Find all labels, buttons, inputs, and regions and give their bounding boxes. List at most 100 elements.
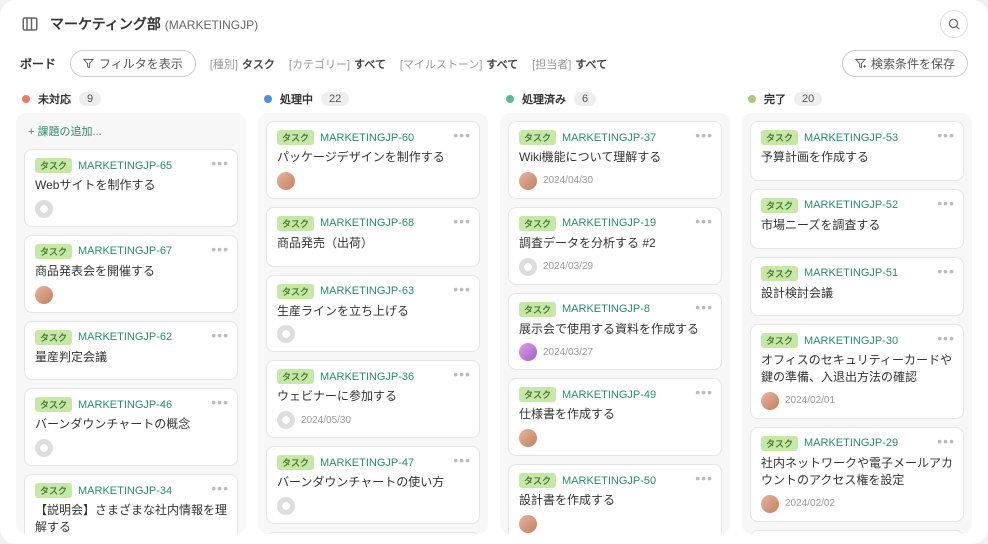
- card-id-link[interactable]: MARKETINGJP-68: [320, 217, 414, 229]
- card-id-link[interactable]: MARKETINGJP-8: [562, 303, 650, 315]
- assignee-avatar[interactable]: [519, 258, 537, 276]
- column-body[interactable]: •••タスクMARKETINGJP-60パッケージデザインを制作する•••タスク…: [258, 113, 488, 534]
- kanban-card[interactable]: •••タスクMARKETINGJP-50設計書を作成する: [508, 464, 722, 534]
- assignee-avatar[interactable]: [519, 343, 537, 361]
- kanban-card[interactable]: •••タスクMARKETINGJP-46バーンダウンチャートの概念: [24, 388, 238, 466]
- kanban-card[interactable]: •••タスクMARKETINGJP-68商品発売（出荷）: [266, 207, 480, 267]
- kanban-card[interactable]: •••タスクMARKETINGJP-49仕様書を作成する: [508, 378, 722, 456]
- card-menu-button[interactable]: •••: [695, 385, 713, 399]
- project-header: マーケティング部 (MARKETINGJP): [0, 0, 988, 46]
- column-body[interactable]: + 課題の追加...•••タスクMARKETINGJP-65Webサイトを制作す…: [16, 113, 246, 534]
- card-header: タスクMARKETINGJP-53: [761, 130, 953, 145]
- add-card-button[interactable]: + 課題の追加...: [24, 121, 238, 141]
- card-menu-button[interactable]: •••: [453, 282, 471, 296]
- card-menu-button[interactable]: •••: [211, 481, 229, 495]
- card-id-link[interactable]: MARKETINGJP-51: [804, 267, 898, 279]
- card-type-tag: タスク: [35, 158, 72, 173]
- kanban-card[interactable]: •••タスクMARKETINGJP-37Wiki機能について理解する2024/0…: [508, 121, 722, 199]
- assignee-avatar[interactable]: [761, 392, 779, 410]
- card-id-link[interactable]: MARKETINGJP-65: [78, 160, 172, 172]
- card-menu-button[interactable]: •••: [937, 196, 955, 210]
- card-id-link[interactable]: MARKETINGJP-47: [320, 457, 414, 469]
- kanban-card[interactable]: •••タスクMARKETINGJP-51設計検討会議: [750, 257, 964, 317]
- card-footer: 2024/03/29: [519, 258, 711, 276]
- card-id-link[interactable]: MARKETINGJP-60: [320, 132, 414, 144]
- card-menu-button[interactable]: •••: [453, 128, 471, 142]
- kanban-card[interactable]: •••タスクMARKETINGJP-53予算計画を作成する: [750, 121, 964, 181]
- card-menu-button[interactable]: •••: [937, 264, 955, 278]
- card-due-date: 2024/02/02: [785, 498, 835, 509]
- kanban-card[interactable]: •••タスクMARKETINGJP-19調査データを分析する #22024/03…: [508, 207, 722, 285]
- card-id-link[interactable]: MARKETINGJP-52: [804, 199, 898, 211]
- card-menu-button[interactable]: •••: [211, 328, 229, 342]
- filter-category[interactable]: [カテゴリー] すべて: [289, 56, 386, 72]
- assignee-avatar[interactable]: [519, 429, 537, 447]
- kanban-card[interactable]: •••タスクMARKETINGJP-67商品発表会を開催する: [24, 235, 238, 313]
- assignee-avatar[interactable]: [277, 497, 295, 515]
- kanban-card[interactable]: •••タスクMARKETINGJP-63生産ラインを立ち上げる: [266, 275, 480, 353]
- card-type-tag: タスク: [35, 330, 72, 345]
- filter-show-button[interactable]: フィルタを表示: [70, 50, 196, 77]
- filter-value: すべて: [575, 56, 607, 72]
- card-id-link[interactable]: MARKETINGJP-30: [804, 335, 898, 347]
- kanban-card[interactable]: •••タスクMARKETINGJP-36ウェビナーに参加する2024/05/30: [266, 360, 480, 438]
- column-title: 未対応: [38, 91, 71, 107]
- card-id-link[interactable]: MARKETINGJP-46: [78, 399, 172, 411]
- kanban-card[interactable]: •••タスクMARKETINGJP-60パッケージデザインを制作する: [266, 121, 480, 199]
- card-id-link[interactable]: MARKETINGJP-62: [78, 331, 172, 343]
- card-id-link[interactable]: MARKETINGJP-29: [804, 437, 898, 449]
- card-id-link[interactable]: MARKETINGJP-63: [320, 285, 414, 297]
- kanban-card[interactable]: •••タスクMARKETINGJP-29社内ネットワークや電子メールアカウントの…: [750, 427, 964, 522]
- kanban-card[interactable]: •••タスクMARKETINGJP-30オフィスのセキュリティーカードや鍵の準備…: [750, 324, 964, 419]
- search-button[interactable]: [940, 10, 968, 38]
- kanban-card[interactable]: •••タスクMARKETINGJP-64マニュアルを作成する: [266, 532, 480, 534]
- card-header: タスクMARKETINGJP-68: [277, 216, 469, 231]
- assignee-avatar[interactable]: [761, 495, 779, 513]
- card-menu-button[interactable]: •••: [695, 214, 713, 228]
- card-menu-button[interactable]: •••: [937, 434, 955, 448]
- kanban-card[interactable]: •••タスクMARKETINGJP-47バーンダウンチャートの使い方: [266, 446, 480, 524]
- status-dot: [22, 95, 30, 103]
- card-menu-button[interactable]: •••: [937, 331, 955, 345]
- card-menu-button[interactable]: •••: [453, 214, 471, 228]
- column-body[interactable]: •••タスクMARKETINGJP-53予算計画を作成する•••タスクMARKE…: [742, 113, 972, 534]
- kanban-card[interactable]: •••タスクMARKETINGJP-34【説明会】さまざまな社内情報を理解する2…: [24, 474, 238, 534]
- card-id-link[interactable]: MARKETINGJP-67: [78, 245, 172, 257]
- assignee-avatar[interactable]: [35, 200, 53, 218]
- card-menu-button[interactable]: •••: [211, 242, 229, 256]
- save-search-button[interactable]: 検索条件を保存: [842, 50, 968, 77]
- card-menu-button[interactable]: •••: [695, 128, 713, 142]
- card-menu-button[interactable]: •••: [211, 156, 229, 170]
- card-menu-button[interactable]: •••: [453, 367, 471, 381]
- filter-assignee[interactable]: [担当者] すべて: [532, 56, 607, 72]
- kanban-card[interactable]: •••タスクMARKETINGJP-62量産判定会議: [24, 321, 238, 381]
- kanban-card[interactable]: •••タスクMARKETINGJP-65Webサイトを制作する: [24, 149, 238, 227]
- filter-milestone[interactable]: [マイルストーン] すべて: [400, 56, 518, 72]
- card-menu-button[interactable]: •••: [937, 128, 955, 142]
- kanban-card[interactable]: •••タスクMARKETINGJP-28業務に必要なアカウント発行: [750, 530, 964, 534]
- card-id-link[interactable]: MARKETINGJP-36: [320, 371, 414, 383]
- card-id-link[interactable]: MARKETINGJP-49: [562, 389, 656, 401]
- card-menu-button[interactable]: •••: [695, 300, 713, 314]
- assignee-avatar[interactable]: [277, 172, 295, 190]
- kanban-card[interactable]: •••タスクMARKETINGJP-8展示会で使用する資料を作成する2024/0…: [508, 293, 722, 371]
- assignee-avatar[interactable]: [277, 325, 295, 343]
- assignee-avatar[interactable]: [519, 172, 537, 190]
- card-id-link[interactable]: MARKETINGJP-19: [562, 217, 656, 229]
- column-body[interactable]: •••タスクMARKETINGJP-37Wiki機能について理解する2024/0…: [500, 113, 730, 534]
- card-id-link[interactable]: MARKETINGJP-37: [562, 132, 656, 144]
- card-id-link[interactable]: MARKETINGJP-34: [78, 485, 172, 497]
- assignee-avatar[interactable]: [277, 411, 295, 429]
- card-id-link[interactable]: MARKETINGJP-53: [804, 132, 898, 144]
- card-type-tag: タスク: [519, 130, 556, 145]
- filter-type[interactable]: [種別] タスク: [210, 56, 275, 72]
- assignee-avatar[interactable]: [35, 439, 53, 457]
- assignee-avatar[interactable]: [519, 515, 537, 533]
- card-id-link[interactable]: MARKETINGJP-50: [562, 475, 656, 487]
- card-header: タスク MARKETINGJP-65: [35, 158, 227, 173]
- card-menu-button[interactable]: •••: [453, 453, 471, 467]
- card-menu-button[interactable]: •••: [695, 471, 713, 485]
- assignee-avatar[interactable]: [35, 286, 53, 304]
- card-menu-button[interactable]: •••: [211, 395, 229, 409]
- kanban-card[interactable]: •••タスクMARKETINGJP-52市場ニーズを調査する: [750, 189, 964, 249]
